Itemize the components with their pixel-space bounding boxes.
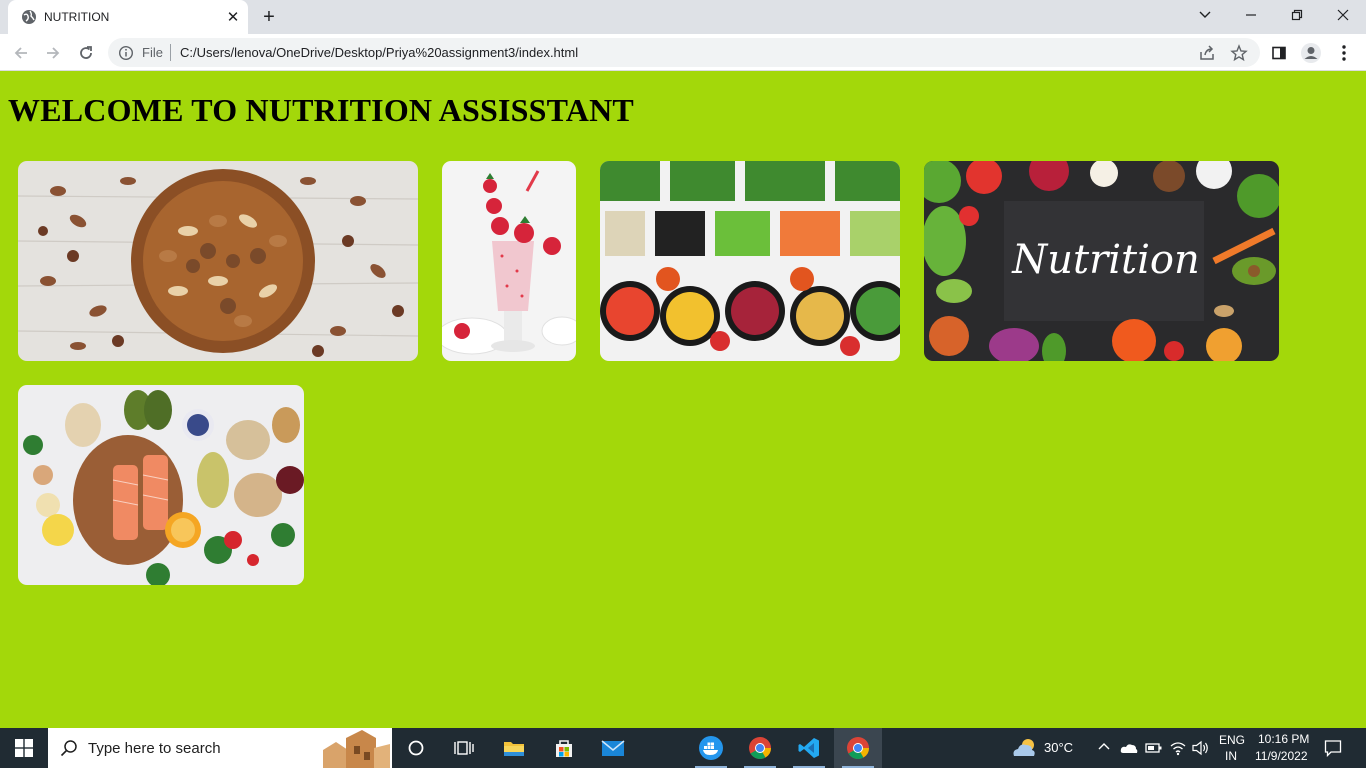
chrome-icon[interactable]	[736, 728, 784, 768]
chevron-up-icon[interactable]	[1097, 740, 1111, 754]
clock-time[interactable]: 10:16 PM	[1258, 732, 1309, 746]
input-region[interactable]: IN	[1225, 749, 1237, 763]
clock-date[interactable]: 11/9/2022	[1255, 749, 1308, 763]
search-icon	[60, 739, 78, 757]
tab-search-chevron-down-icon[interactable]	[1182, 0, 1228, 30]
share-icon[interactable]	[1198, 44, 1216, 62]
browser-tab[interactable]: NUTRITION ✕	[8, 0, 248, 34]
nutrition-board-text: Nutrition	[1011, 237, 1199, 283]
windows-start-icon[interactable]	[0, 728, 48, 768]
windows-taskbar: Type here to search 30°C ENG IN 10:16 PM…	[0, 728, 1366, 768]
mixed-nuts-bowl-image	[18, 161, 418, 361]
speaker-volume-icon[interactable]	[1192, 740, 1210, 756]
taskbar-search-box[interactable]: Type here to search	[48, 728, 392, 768]
browser-toolbar: File C:/Users/lenova/OneDrive/Desktop/Pr…	[0, 34, 1366, 71]
reload-icon[interactable]	[74, 41, 98, 65]
file-explorer-icon[interactable]	[490, 728, 538, 768]
divider	[170, 44, 171, 61]
cortana-icon[interactable]	[392, 728, 440, 768]
info-icon[interactable]	[118, 45, 134, 61]
wifi-icon[interactable]	[1170, 740, 1186, 756]
task-view-icon[interactable]	[440, 728, 488, 768]
tab-title: NUTRITION	[44, 10, 110, 24]
back-arrow-icon[interactable]	[9, 41, 33, 65]
search-highlight-illustration	[318, 728, 392, 768]
close-window-icon[interactable]	[1320, 0, 1366, 30]
side-panel-icon[interactable]	[1268, 42, 1290, 64]
restore-icon[interactable]	[1274, 0, 1320, 30]
weather-temperature[interactable]: 30°C	[1044, 740, 1073, 755]
url-text[interactable]: C:/Users/lenova/OneDrive/Desktop/Priya%2…	[180, 45, 578, 60]
profile-avatar-icon[interactable]	[1300, 42, 1322, 64]
scheme-label: File	[142, 45, 163, 60]
close-icon[interactable]: ✕	[225, 9, 241, 26]
search-placeholder: Type here to search	[88, 740, 221, 757]
salad-bar-vegetables-image	[600, 161, 900, 361]
forward-arrow-icon[interactable]	[41, 41, 65, 65]
battery-icon[interactable]	[1145, 741, 1163, 755]
strawberry-milkshake-image	[442, 161, 576, 361]
address-bar[interactable]: File C:/Users/lenova/OneDrive/Desktop/Pr…	[108, 38, 1260, 67]
docker-icon[interactable]	[687, 728, 735, 768]
minimize-icon[interactable]	[1228, 0, 1274, 30]
more-vertical-icon[interactable]	[1333, 42, 1355, 64]
input-language[interactable]: ENG	[1219, 733, 1245, 747]
microsoft-store-icon[interactable]	[540, 728, 588, 768]
notification-center-icon[interactable]	[1324, 739, 1342, 758]
onedrive-cloud-icon[interactable]	[1120, 741, 1138, 755]
nutrition-board-image: Nutrition	[924, 161, 1279, 361]
healthy-foods-spread-image	[18, 385, 304, 585]
chrome-active-icon[interactable]	[834, 728, 882, 768]
weather-cloud-icon[interactable]	[1010, 736, 1038, 760]
new-tab-button[interactable]: +	[259, 7, 279, 27]
star-icon[interactable]	[1230, 44, 1248, 62]
globe-icon	[21, 9, 37, 25]
browser-tab-bar: NUTRITION ✕ +	[0, 0, 1366, 34]
mail-icon[interactable]	[589, 728, 637, 768]
page-title: WELCOME TO NUTRITION ASSISSTANT	[8, 92, 634, 128]
vscode-icon[interactable]	[785, 728, 833, 768]
